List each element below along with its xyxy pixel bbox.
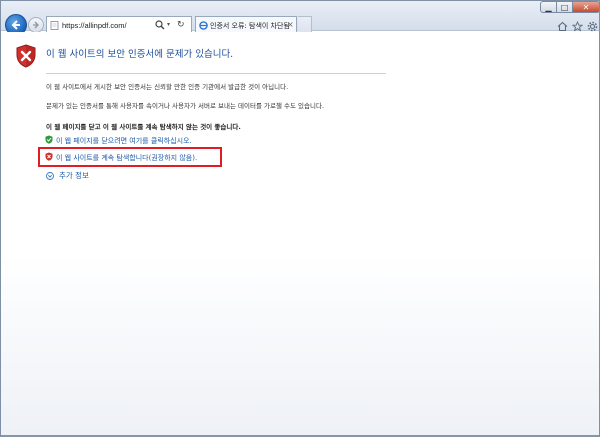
browser-toolbar: https://allinpdf.com/ ▾ ↻ 인증서 오류: 탐색이 차단…: [1, 1, 599, 36]
page-icon: [50, 21, 59, 30]
warning-text: 문제가 있는 인증서를 통해 사용자를 속이거나 사용자가 서버로 보내는 데이…: [46, 102, 325, 110]
minimize-button[interactable]: ▁: [540, 1, 557, 13]
divider: [46, 73, 386, 74]
page-title: 이 웹 사이트의 보안 인증서에 문제가 있습니다.: [46, 49, 234, 60]
certificate-error-page: 이 웹 사이트의 보안 인증서에 문제가 있습니다. 이 웹 사이트에서 게시한…: [1, 32, 599, 436]
chevron-down-icon[interactable]: [46, 172, 54, 180]
tab-title: 인증서 오류: 탐색이 차단됨: [210, 22, 290, 30]
continue-to-site-link-label[interactable]: 이 웹 사이트를 계속 탐색합니다(권장하지 않음).: [46, 154, 197, 162]
close-page-link-label[interactable]: 이 웹 페이지를 닫으려면 여기를 클릭하십시오.: [46, 137, 192, 145]
description-text: 이 웹 사이트에서 게시한 보안 인증서는 신뢰할 만한 인증 기관에서 발급한…: [46, 83, 289, 91]
maximize-button[interactable]: □: [557, 1, 573, 13]
shield-check-icon: [45, 135, 53, 144]
close-button[interactable]: ✕: [573, 1, 600, 13]
back-arrow-icon: [11, 20, 20, 30]
toolbar-icons: [557, 17, 598, 32]
forward-arrow-icon: [33, 21, 39, 29]
favorites-star-icon[interactable]: [571, 17, 584, 32]
home-icon[interactable]: [557, 17, 568, 32]
ie-icon: [199, 21, 208, 30]
close-page-link[interactable]: 이 웹 페이지를 닫으려면 여기를 클릭하십시오.: [45, 135, 192, 146]
settings-gear-icon[interactable]: [587, 17, 598, 32]
continue-to-site-link[interactable]: 이 웹 사이트를 계속 탐색합니다(권장하지 않음).: [45, 152, 197, 163]
window-controls: ▁ □ ✕: [540, 1, 600, 13]
search-icon[interactable]: [155, 20, 165, 30]
tab-close-icon[interactable]: ×: [287, 20, 294, 29]
recommendation-text: 이 웹 페이지를 닫고 이 웹 사이트를 계속 탐색하지 않는 것이 좋습니다.: [46, 123, 241, 131]
url-text[interactable]: https://allinpdf.com/: [62, 21, 127, 30]
address-dropdown-icon[interactable]: ▾: [167, 21, 170, 28]
more-information-toggle[interactable]: 추가 정보: [46, 170, 89, 181]
refresh-icon[interactable]: ↻: [177, 20, 185, 30]
shield-x-icon: [45, 152, 53, 161]
shield-error-icon: [16, 44, 36, 68]
forward-button[interactable]: [28, 17, 44, 33]
